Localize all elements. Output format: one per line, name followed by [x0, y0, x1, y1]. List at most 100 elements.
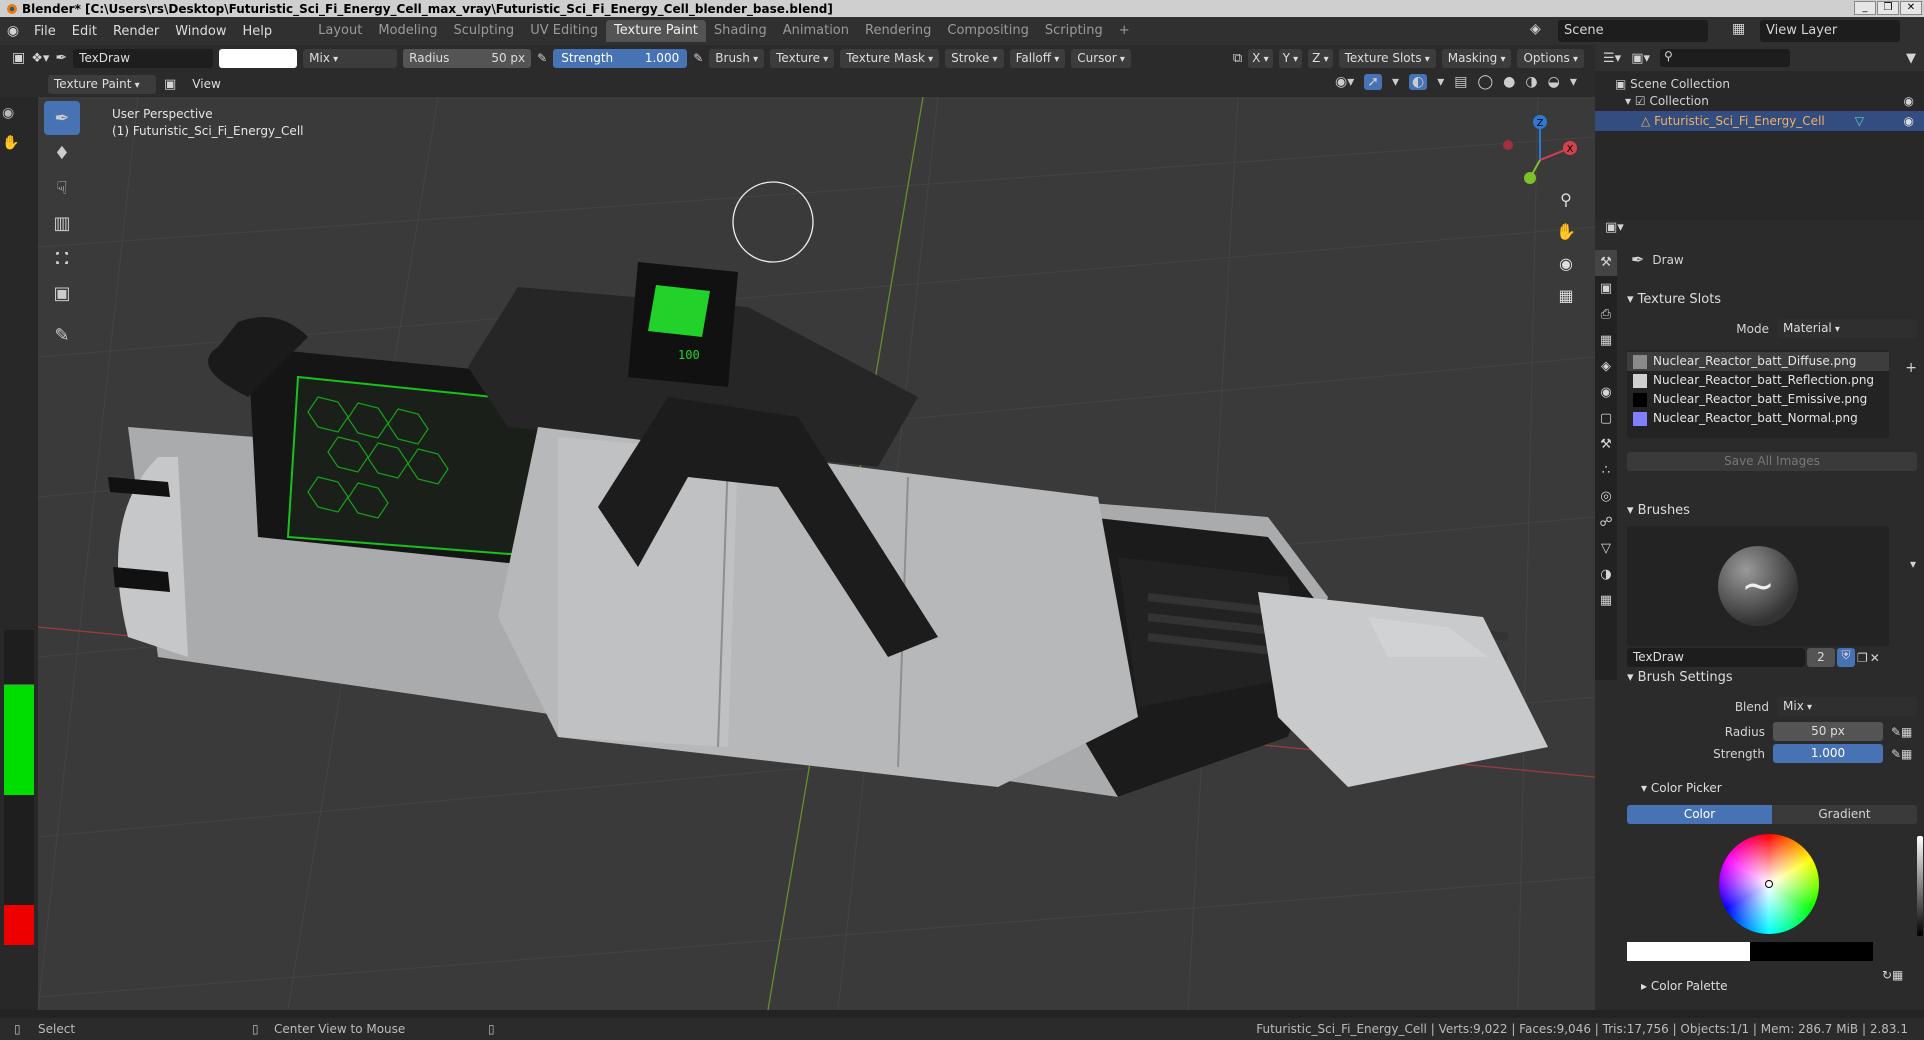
render-props-icon[interactable]: ▣ [1595, 276, 1617, 302]
constraints-props-icon[interactable]: ☍ [1595, 510, 1617, 536]
stroke-menu[interactable]: Stroke [945, 48, 1004, 68]
options-menu[interactable]: Options [1517, 48, 1584, 68]
annotate-tool[interactable]: ✎ [44, 318, 80, 352]
primary-color-swatch[interactable] [1627, 942, 1750, 961]
blender-menu-icon[interactable]: ◉ [0, 23, 26, 39]
data-props-icon[interactable]: ▽ [1595, 536, 1617, 562]
color-picker-header[interactable]: ▾ Color Picker [1627, 781, 1917, 795]
shading-dropdown-icon[interactable]: ▾ [1570, 74, 1577, 90]
tab-shading[interactable]: Shading [706, 20, 775, 42]
brush-radius-field[interactable]: 50 px [1773, 722, 1883, 741]
gizmo-toggle-icon[interactable]: ➚ [1364, 74, 1382, 90]
mirror-z-toggle[interactable]: Z [1308, 48, 1333, 68]
menu-file[interactable]: File [26, 24, 64, 39]
view-layer-props-icon[interactable]: ▦ [1595, 328, 1617, 354]
fill-tool[interactable]: ⛚ [44, 241, 80, 275]
hand-icon[interactable]: ✋ [2, 135, 19, 151]
pan-icon[interactable]: ✋ [1555, 222, 1577, 244]
tab-layout[interactable]: Layout [310, 20, 370, 42]
view-layer-selector[interactable]: View Layer [1760, 20, 1900, 42]
brush-strength-field[interactable]: 1.000 [1773, 744, 1883, 763]
slot-normal[interactable]: Nuclear_Reactor_batt_Normal.png [1627, 409, 1889, 428]
menu-help[interactable]: Help [235, 24, 281, 39]
masking-menu[interactable]: Masking [1441, 48, 1512, 68]
visibility-icon[interactable]: ◉▾ [1335, 74, 1354, 90]
strength-pressure-icon[interactable]: ✎ [693, 51, 703, 65]
collection-row[interactable]: ▾ ☑ Collection ◉ [1595, 91, 1924, 111]
xray-icon[interactable]: ▤ [1454, 74, 1467, 90]
material-shading-icon[interactable]: ◑ [1525, 74, 1537, 90]
brush-menu[interactable]: Brush [709, 48, 765, 68]
scene-selector[interactable]: Scene [1558, 20, 1708, 42]
color-wheel[interactable] [1719, 834, 1819, 934]
outliner-search[interactable]: ⚲ [1660, 49, 1790, 67]
brush-blend-dropdown[interactable]: Mix [1777, 697, 1917, 716]
radius-pressure-toggle-icon[interactable]: ✎▦ [1891, 725, 1917, 739]
swap-colors-icon[interactable]: ↻▦ [1882, 968, 1903, 982]
camera-icon[interactable]: ◉ [1555, 254, 1577, 276]
tab-scripting[interactable]: Scripting [1037, 20, 1111, 42]
add-workspace-button[interactable]: + [1111, 20, 1138, 42]
menu-render[interactable]: Render [105, 24, 167, 39]
radius-slider[interactable]: Radius 50 px [403, 48, 532, 68]
texture-slots-menu[interactable]: Texture Slots [1338, 48, 1436, 68]
brush-color-swatch[interactable] [219, 48, 298, 68]
grid-icon[interactable]: ▦ [1555, 286, 1577, 308]
slot-diffuse[interactable]: Nuclear_Reactor_batt_Diffuse.png [1627, 352, 1889, 371]
secondary-color-swatch[interactable] [1750, 942, 1873, 961]
save-all-images-button[interactable]: Save All Images [1627, 452, 1917, 471]
duplicate-brush-icon[interactable]: ❐ [1857, 651, 1868, 665]
brush-preview[interactable]: ~ [1627, 526, 1889, 646]
view-layer-icon[interactable]: ▦ [1732, 21, 1745, 37]
mode-selector[interactable]: Texture Paint [48, 74, 156, 94]
tab-texture-paint[interactable]: Texture Paint [606, 20, 706, 42]
image-icon[interactable]: ◉ [2, 105, 14, 121]
navigation-gizmo[interactable]: Z X [1500, 110, 1580, 190]
tab-color[interactable]: Color [1627, 805, 1772, 824]
particles-props-icon[interactable]: ∴ [1595, 458, 1617, 484]
mirror-x-toggle[interactable]: X [1248, 48, 1273, 68]
tab-modeling[interactable]: Modeling [370, 20, 445, 42]
draw-tool[interactable]: ✒ [44, 101, 80, 135]
mask-tool[interactable]: ▣ [44, 276, 80, 310]
mesh-data-icon[interactable]: ▽ [1855, 114, 1864, 128]
tool-props-icon[interactable]: ⚒ [1595, 250, 1617, 276]
object-row[interactable]: △ Futuristic_Sci_Fi_Energy_Cell ▽ ◉ [1595, 111, 1924, 131]
gizmo-dropdown-icon[interactable]: ▾ [1392, 74, 1399, 90]
color-palette-header[interactable]: ▸ Color Palette [1627, 979, 1917, 993]
tab-animation[interactable]: Animation [775, 20, 857, 42]
texture-slots-header[interactable]: ▾ Texture Slots [1627, 292, 1917, 307]
clone-tool[interactable]: ▥ [44, 206, 80, 240]
value-slider[interactable] [1917, 836, 1923, 936]
tab-rendering[interactable]: Rendering [857, 20, 939, 42]
strength-pressure-toggle-icon[interactable]: ✎▦ [1891, 747, 1917, 761]
rendered-shading-icon[interactable]: ◒ [1548, 74, 1560, 90]
slot-emissive[interactable]: Nuclear_Reactor_batt_Emissive.png [1627, 390, 1889, 409]
zoom-icon[interactable]: ⚲ [1555, 190, 1577, 212]
display-mode-icon[interactable]: ▣▾ [1631, 51, 1650, 66]
props-editor-icon[interactable]: ▣▾ [1595, 220, 1924, 242]
slot-reflection[interactable]: Nuclear_Reactor_batt_Reflection.png [1627, 371, 1889, 390]
brushes-header[interactable]: ▾ Brushes [1627, 503, 1917, 518]
menu-view[interactable]: View [184, 77, 228, 91]
texture-menu[interactable]: Texture [770, 48, 835, 68]
object-props-icon[interactable]: ▢ [1595, 406, 1617, 432]
brush-list-dropdown-icon[interactable]: ▾ [1910, 557, 1916, 571]
overlays-dropdown-icon[interactable]: ▾ [1437, 74, 1444, 90]
outliner-editor-icon[interactable]: ☰▾ [1603, 51, 1621, 66]
mask-icon[interactable]: ▣ [164, 77, 176, 92]
mirror-y-toggle[interactable]: Y [1278, 48, 1303, 68]
texture-props-icon[interactable]: ▦ [1595, 588, 1617, 614]
material-props-icon[interactable]: ◑ [1595, 562, 1617, 588]
blend-mode-dropdown[interactable]: Mix [303, 48, 398, 68]
scene-props-icon[interactable]: ◈ [1595, 354, 1617, 380]
menu-window[interactable]: Window [167, 24, 234, 39]
smear-tool[interactable]: ☟ [44, 171, 80, 205]
texture-mask-menu[interactable]: Texture Mask [840, 48, 940, 68]
scene-collection-row[interactable]: ▣ Scene Collection [1595, 71, 1924, 91]
wireframe-shading-icon[interactable]: ◯ [1478, 74, 1494, 90]
brush-datablock-name[interactable]: TexDraw [1627, 648, 1805, 667]
brush-name-field[interactable]: TexDraw [73, 48, 214, 68]
unlink-brush-icon[interactable]: ✕ [1870, 651, 1880, 665]
menu-edit[interactable]: Edit [64, 24, 105, 39]
